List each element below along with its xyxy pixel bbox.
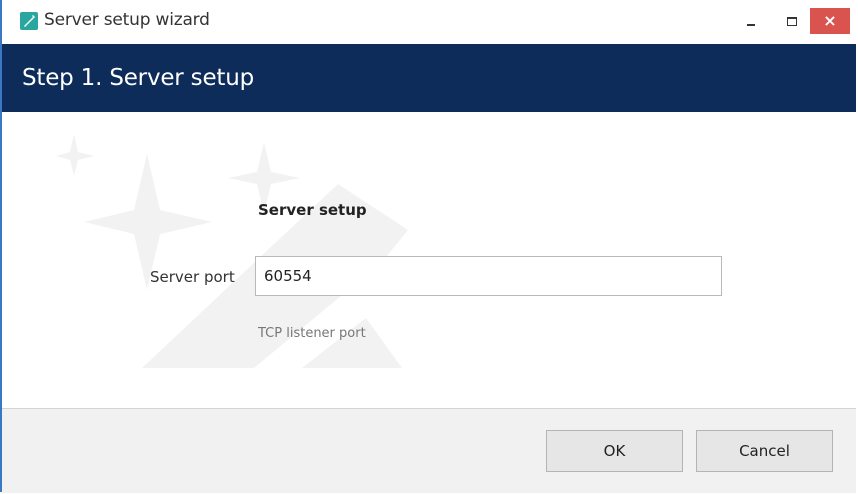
window-title: Server setup wizard [44, 10, 210, 30]
minimize-button[interactable] [732, 8, 770, 34]
maximize-button[interactable] [773, 8, 811, 34]
step-header: Step 1. Server setup [2, 44, 856, 112]
wizard-window: Server setup wizard × Step 1. Server set… [0, 0, 856, 493]
step-title: Step 1. Server setup [22, 65, 254, 91]
minimize-icon [747, 24, 755, 26]
wizard-app-icon [20, 12, 38, 30]
server-port-input[interactable] [255, 256, 722, 296]
maximize-icon [787, 16, 797, 26]
close-button[interactable]: × [810, 8, 850, 34]
dialog-footer: OK Cancel [2, 408, 856, 493]
close-icon: × [823, 11, 837, 30]
form-content: Server setup Server port TCP listener po… [2, 112, 856, 408]
section-heading: Server setup [258, 201, 367, 219]
server-port-hint: TCP listener port [258, 326, 366, 341]
title-bar[interactable]: Server setup wizard × [2, 0, 856, 44]
server-port-label: Server port [150, 268, 235, 286]
ok-button[interactable]: OK [546, 430, 683, 472]
cancel-button[interactable]: Cancel [696, 430, 833, 472]
